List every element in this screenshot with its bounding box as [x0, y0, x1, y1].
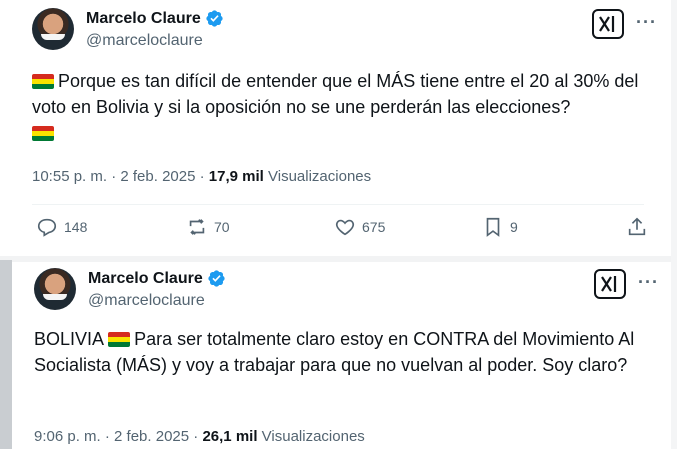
author-name[interactable]: Marcelo Claure: [86, 10, 201, 28]
grok-icon: [601, 276, 617, 292]
like-icon: [335, 219, 355, 236]
reply-count: 148: [64, 219, 88, 235]
left-gutter-gray: [0, 260, 12, 449]
repost-button[interactable]: 70: [186, 216, 230, 238]
reply-icon: [37, 218, 57, 237]
bolivia-flag-icon: [108, 332, 131, 347]
tweet[interactable]: Marcelo Claure @marceloclaure ··· BOLIVI…: [14, 262, 670, 449]
author-name[interactable]: Marcelo Claure: [88, 270, 203, 288]
repost-count: 70: [214, 219, 230, 235]
tweet-meta: 10:55 p. m. · 2 feb. 2025 · 17,9 mil Vis…: [32, 168, 371, 185]
bookmark-icon: [486, 217, 500, 237]
author-handle[interactable]: @marceloclaure: [86, 32, 203, 50]
more-icon[interactable]: ···: [636, 12, 657, 33]
action-bar: 148 70 675 9: [36, 216, 650, 246]
avatar[interactable]: [34, 268, 76, 310]
timestamp[interactable]: 9:06 p. m. · 2 feb. 2025: [34, 428, 189, 445]
like-button[interactable]: 675: [334, 216, 385, 238]
tweet-prefix: BOLIVIA: [34, 329, 104, 349]
avatar[interactable]: [32, 8, 74, 50]
separator: [32, 204, 644, 205]
views-count: 26,1 mil: [202, 428, 258, 445]
share-icon: [628, 217, 646, 236]
bolivia-flag-icon: [32, 126, 54, 141]
timestamp[interactable]: 10:55 p. m. · 2 feb. 2025: [32, 168, 195, 185]
author-row: Marcelo Claure: [88, 269, 226, 288]
author-handle[interactable]: @marceloclaure: [88, 292, 205, 310]
tweet-body: Porque es tan difícil de entender que el…: [32, 71, 639, 117]
reply-button[interactable]: 148: [36, 216, 87, 238]
share-button[interactable]: [626, 216, 648, 238]
tweet-meta: 9:06 p. m. · 2 feb. 2025 · 26,1 mil Visu…: [34, 428, 365, 445]
repost-icon: [189, 219, 205, 235]
grok-icon: [599, 16, 615, 32]
meta-dot: ·: [199, 168, 205, 185]
tweet[interactable]: Marcelo Claure @marceloclaure ··· Porque…: [14, 0, 670, 256]
bookmark-count: 9: [510, 219, 518, 235]
grok-button[interactable]: [594, 269, 626, 299]
left-gutter: [0, 0, 10, 260]
views-label: Visualizaciones: [261, 428, 365, 445]
bolivia-flag-icon: [32, 74, 54, 89]
verified-badge-icon: [206, 10, 223, 27]
more-icon[interactable]: ···: [638, 272, 659, 293]
tweet-text: BOLIVIA Para ser totalmente claro estoy …: [34, 326, 664, 378]
views-label: Visualizaciones: [268, 168, 372, 185]
right-edge: [671, 0, 677, 449]
views-count: 17,9 mil: [208, 168, 264, 185]
author-row: Marcelo Claure: [86, 9, 224, 28]
tweet-text: Porque es tan difícil de entender que el…: [32, 68, 662, 146]
meta-dot: ·: [193, 428, 199, 445]
bookmark-button[interactable]: 9: [482, 216, 518, 238]
like-count: 675: [362, 219, 386, 235]
grok-button[interactable]: [592, 9, 624, 39]
verified-badge-icon: [208, 270, 225, 287]
